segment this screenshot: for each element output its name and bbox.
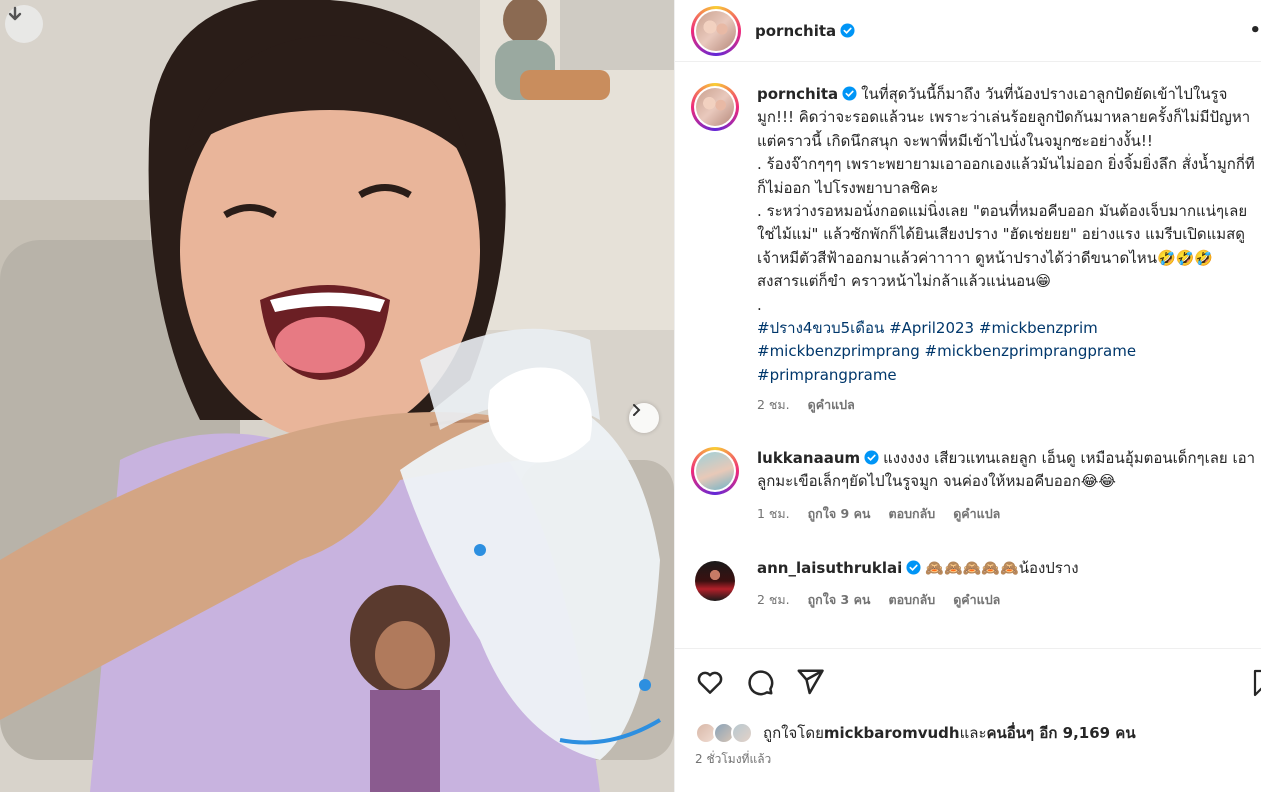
hashtag-line[interactable]: #mickbenzprimprang #mickbenzprimprangpra… — [757, 340, 1257, 363]
comments-scroll[interactable]: pornchita ในที่สุดวันนี้ก็มาถึง วันที่น้อ… — [675, 63, 1261, 648]
comment-likes[interactable]: ถูกใจ 9 คน — [808, 506, 871, 521]
author-avatar[interactable] — [691, 5, 741, 56]
likes-summary[interactable]: ถูกใจโดย mickbaromvudh และ คนอื่นๆ อีก 9… — [695, 721, 1136, 745]
comment-reply-button[interactable]: ตอบกลับ — [888, 592, 935, 607]
comment-reply-button[interactable]: ตอบกลับ — [888, 506, 935, 521]
photo-illustration — [0, 0, 674, 792]
comment-body: 🙈🙈🙈🙈🙈น้องปราง — [925, 559, 1079, 577]
caption-meta: 2 ชม. ดูคำแปล — [757, 395, 1257, 415]
verified-badge-icon — [842, 86, 857, 101]
caption-text: pornchita ในที่สุดวันนี้ก็มาถึง วันที่น้อ… — [757, 83, 1257, 317]
post-details-panel: pornchita • pornchita ในที่สุดวันนี้ก็มาถ… — [674, 0, 1261, 792]
likes-middle: และ — [959, 724, 987, 742]
comment-item: ann_laisuthruklai 🙈🙈🙈🙈🙈น้องปราง 2 ชม. ถูก… — [691, 557, 1257, 610]
comment-text: lukkanaaum แงงงงง เสียวแทนเลยลูก เอ็นดู เ… — [757, 447, 1257, 494]
hashtag-line[interactable]: #ปราง4ขวบ5เดือน #April2023 #mickbenzprim — [757, 317, 1257, 340]
post-header: pornchita • — [675, 0, 1261, 62]
verified-badge-icon — [840, 23, 855, 38]
download-button[interactable] — [5, 5, 43, 43]
post-actions: ถูกใจโดย mickbaromvudh และ คนอื่นๆ อีก 9… — [675, 648, 1261, 792]
likes-user[interactable]: mickbaromvudh — [824, 724, 960, 742]
caption-time[interactable]: 2 ชม. — [757, 397, 790, 412]
comment-username[interactable]: ann_laisuthruklai — [757, 559, 902, 577]
caption-username[interactable]: pornchita — [757, 85, 838, 103]
instagram-post-modal: pornchita • pornchita ในที่สุดวันนี้ก็มาถ… — [0, 0, 1261, 792]
verified-badge-icon — [864, 450, 879, 465]
verified-badge-icon — [906, 560, 921, 575]
comment-icon[interactable] — [745, 667, 775, 697]
caption-entry: pornchita ในที่สุดวันนี้ก็มาถึง วันที่น้อ… — [691, 83, 1257, 415]
comment-time[interactable]: 2 ชม. — [757, 592, 790, 607]
hashtag-line[interactable]: #primprangprame — [757, 364, 1257, 387]
caption-translate-link[interactable]: ดูคำแปล — [808, 397, 855, 412]
likes-prefix: ถูกใจโดย — [763, 724, 824, 742]
posted-time[interactable]: 2 ชั่วโมงที่แล้ว — [695, 750, 771, 769]
caption-hashtags: #ปราง4ขวบ5เดือน #April2023 #mickbenzprim… — [757, 317, 1257, 387]
more-options-button[interactable]: • — [1249, 20, 1261, 41]
comment-avatar[interactable] — [691, 447, 739, 495]
likes-others[interactable]: คนอื่นๆ อีก 9,169 คน — [987, 721, 1136, 745]
heart-icon[interactable] — [695, 667, 725, 697]
comment-translate-link[interactable]: ดูคำแปล — [953, 592, 1000, 607]
comment-meta: 1 ชม. ถูกใจ 9 คน ตอบกลับ ดูคำแปล — [757, 504, 1257, 524]
comment-avatar[interactable] — [695, 561, 735, 601]
send-icon[interactable] — [795, 667, 825, 697]
comment-item: lukkanaaum แงงงงง เสียวแทนเลยลูก เอ็นดู เ… — [691, 447, 1257, 524]
comment-translate-link[interactable]: ดูคำแปล — [953, 506, 1000, 521]
comment-username[interactable]: lukkanaaum — [757, 449, 860, 467]
download-icon — [8, 6, 22, 21]
comment-text: ann_laisuthruklai 🙈🙈🙈🙈🙈น้องปราง — [757, 557, 1257, 580]
bookmark-icon[interactable] — [1253, 669, 1261, 697]
comment-likes[interactable]: ถูกใจ 3 คน — [808, 592, 871, 607]
caption-avatar[interactable] — [691, 83, 739, 131]
likers-avatar-stack — [695, 722, 757, 744]
next-photo-button[interactable] — [629, 403, 659, 433]
comment-meta: 2 ชม. ถูกใจ 3 คน ตอบกลับ ดูคำแปล — [757, 590, 1257, 610]
author-username[interactable]: pornchita — [755, 22, 836, 40]
post-photo[interactable] — [0, 0, 674, 792]
comment-time[interactable]: 1 ชม. — [757, 506, 790, 521]
caption-body: ในที่สุดวันนี้ก็มาถึง วันที่น้องปรางเอาล… — [757, 85, 1255, 314]
chevron-right-icon — [633, 404, 641, 416]
